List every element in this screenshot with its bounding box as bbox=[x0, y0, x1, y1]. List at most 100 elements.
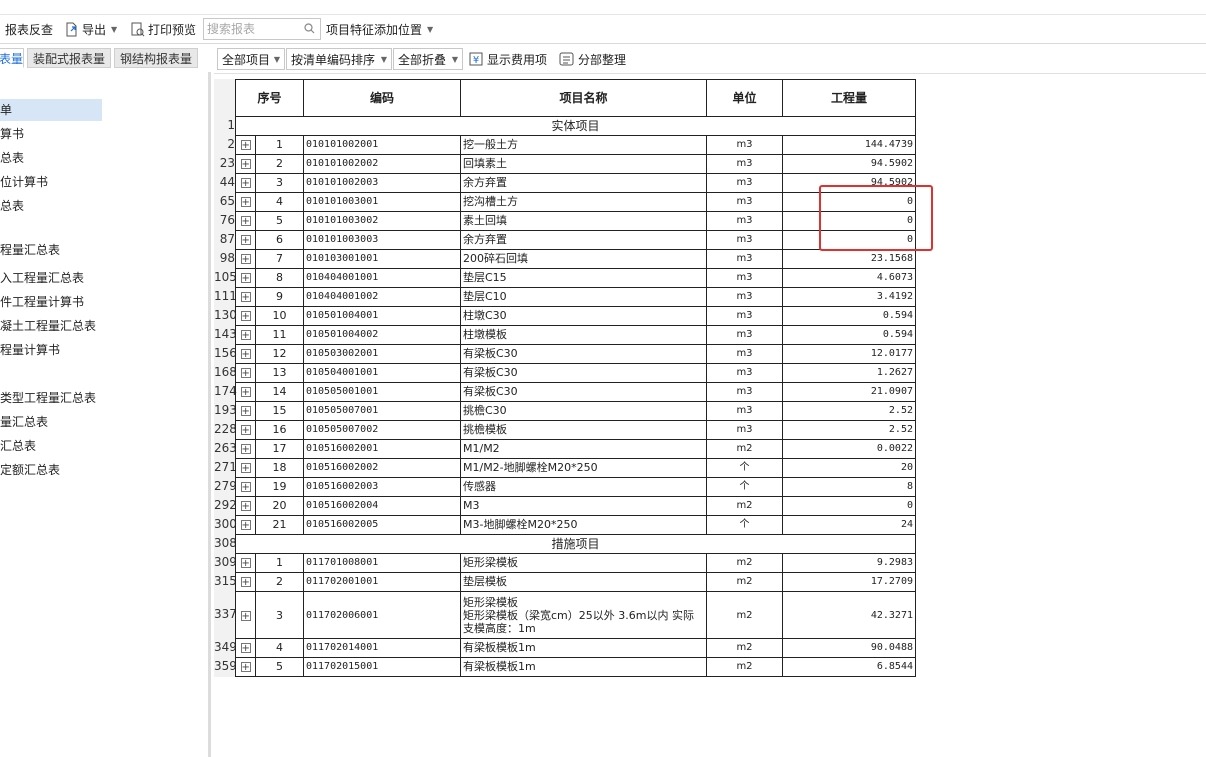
row-number[interactable]: 174 bbox=[214, 382, 237, 401]
cell-name[interactable]: 柱墩C30 bbox=[460, 306, 707, 326]
cell-no[interactable]: 2 bbox=[255, 154, 304, 174]
sidebar-item[interactable]: 凝土工程量汇总表 bbox=[0, 315, 96, 337]
cell-no[interactable]: 5 bbox=[255, 657, 304, 677]
expand-icon[interactable]: + bbox=[240, 368, 251, 379]
cell-qty[interactable]: 20 bbox=[782, 458, 916, 478]
row-number[interactable]: 156 bbox=[214, 344, 237, 363]
row-number[interactable]: 308 bbox=[214, 534, 237, 553]
cell-unit[interactable]: m3 bbox=[706, 325, 783, 345]
cell-name[interactable]: 垫层模板 bbox=[460, 572, 707, 592]
cell-no[interactable]: 11 bbox=[255, 325, 304, 345]
cell-name[interactable]: 200碎石回填 bbox=[460, 249, 707, 269]
cell-no[interactable]: 8 bbox=[255, 268, 304, 288]
expand-icon[interactable]: + bbox=[240, 643, 251, 654]
cell-unit[interactable]: m3 bbox=[706, 249, 783, 269]
cell-unit[interactable]: m2 bbox=[706, 638, 783, 658]
cell-unit[interactable]: m3 bbox=[706, 192, 783, 212]
cell-no[interactable]: 17 bbox=[255, 439, 304, 459]
cell-unit[interactable]: m3 bbox=[706, 344, 783, 364]
cell-code[interactable]: 011701008001 bbox=[303, 553, 461, 573]
row-number[interactable]: 349 bbox=[214, 638, 237, 657]
cell-no[interactable]: 19 bbox=[255, 477, 304, 497]
cell-name[interactable]: 垫层C15 bbox=[460, 268, 707, 288]
cell-unit[interactable]: m2 bbox=[706, 657, 783, 677]
cell-code[interactable]: 011702006001 bbox=[303, 591, 461, 639]
cell-name[interactable]: 有梁板C30 bbox=[460, 382, 707, 402]
sidebar-item[interactable]: 汇总表 bbox=[0, 435, 36, 457]
cell-no[interactable]: 7 bbox=[255, 249, 304, 269]
row-number[interactable]: 193 bbox=[214, 401, 237, 420]
row-number[interactable]: 23 bbox=[214, 154, 235, 173]
expand-icon[interactable]: + bbox=[240, 463, 251, 474]
cell-name[interactable]: M3 bbox=[460, 496, 707, 516]
cell-no[interactable]: 9 bbox=[255, 287, 304, 307]
cell-qty[interactable]: 4.6073 bbox=[782, 268, 916, 288]
cell-name[interactable]: M1/M2-地脚螺栓M20*250 bbox=[460, 458, 707, 478]
sidebar-item[interactable]: 定额汇总表 bbox=[0, 459, 60, 481]
row-number[interactable]: 87 bbox=[214, 230, 235, 249]
expand-icon[interactable]: + bbox=[240, 330, 251, 341]
cell-name[interactable]: 余方弃置 bbox=[460, 173, 707, 193]
expand-icon[interactable]: + bbox=[240, 662, 251, 673]
export-button[interactable]: 导出 ▼ bbox=[64, 15, 117, 43]
row-number[interactable]: 98 bbox=[214, 249, 235, 268]
cell-unit[interactable]: m2 bbox=[706, 591, 783, 639]
row-number[interactable]: 228 bbox=[214, 420, 237, 439]
expand-icon[interactable]: + bbox=[240, 577, 251, 588]
sidebar-item[interactable]: 总表 bbox=[0, 195, 24, 217]
cell-qty[interactable]: 9.2983 bbox=[782, 553, 916, 573]
cell-code[interactable]: 010101002002 bbox=[303, 154, 461, 174]
expand-icon[interactable]: + bbox=[240, 235, 251, 246]
cell-code[interactable]: 011702015001 bbox=[303, 657, 461, 677]
cell-qty[interactable]: 0.594 bbox=[782, 325, 916, 345]
cell-no[interactable]: 10 bbox=[255, 306, 304, 326]
expand-icon[interactable]: + bbox=[240, 558, 251, 569]
cell-code[interactable]: 010503002001 bbox=[303, 344, 461, 364]
cell-name[interactable]: 挖一般土方 bbox=[460, 135, 707, 155]
expand-icon[interactable]: + bbox=[240, 387, 251, 398]
cell-unit[interactable]: m2 bbox=[706, 572, 783, 592]
fold-dropdown[interactable]: 全部折叠 ▼ bbox=[393, 48, 463, 70]
cell-unit[interactable]: m2 bbox=[706, 553, 783, 573]
cell-unit[interactable]: 个 bbox=[706, 458, 783, 478]
cell-qty[interactable]: 12.0177 bbox=[782, 344, 916, 364]
sidebar-item[interactable]: 位计算书 bbox=[0, 171, 48, 193]
cell-qty[interactable]: 23.1568 bbox=[782, 249, 916, 269]
tab-steel-reports[interactable]: 钢结构报表量 bbox=[114, 48, 198, 68]
row-number[interactable]: 271 bbox=[214, 458, 237, 477]
sort-dropdown[interactable]: 按清单编码排序 ▼ bbox=[286, 48, 392, 70]
cell-unit[interactable]: m3 bbox=[706, 287, 783, 307]
show-fee-button[interactable]: ¥ 显示费用项 bbox=[469, 48, 547, 70]
row-number[interactable]: 263 bbox=[214, 439, 237, 458]
cell-no[interactable]: 1 bbox=[255, 135, 304, 155]
cell-code[interactable]: 010505001001 bbox=[303, 382, 461, 402]
row-number[interactable]: 279 bbox=[214, 477, 237, 496]
cell-code[interactable]: 010101002003 bbox=[303, 173, 461, 193]
cell-name[interactable]: 矩形梁模板 矩形梁模板（梁宽cm）25以外 3.6m以内 实际支模高度：1m bbox=[460, 591, 707, 639]
cell-qty[interactable]: 1.2627 bbox=[782, 363, 916, 383]
cell-code[interactable]: 010501004002 bbox=[303, 325, 461, 345]
row-number[interactable]: 315 bbox=[214, 572, 237, 591]
cell-name[interactable]: 有梁板C30 bbox=[460, 363, 707, 383]
cell-code[interactable]: 010501004001 bbox=[303, 306, 461, 326]
expand-icon[interactable]: + bbox=[240, 159, 251, 170]
cell-name[interactable]: 矩形梁模板 bbox=[460, 553, 707, 573]
row-number[interactable]: 105 bbox=[214, 268, 237, 287]
cell-qty[interactable]: 17.2709 bbox=[782, 572, 916, 592]
sidebar-item[interactable]: 入工程量汇总表 bbox=[0, 267, 84, 289]
cell-no[interactable]: 3 bbox=[255, 173, 304, 193]
cell-code[interactable]: 010101003002 bbox=[303, 211, 461, 231]
report-search-box[interactable] bbox=[203, 18, 321, 40]
row-number[interactable]: 1 bbox=[214, 116, 235, 135]
cell-qty[interactable]: 0 bbox=[782, 496, 916, 516]
row-number[interactable]: 300 bbox=[214, 515, 237, 534]
cell-code[interactable]: 011702014001 bbox=[303, 638, 461, 658]
expand-icon[interactable]: + bbox=[240, 610, 251, 621]
cell-qty[interactable]: 2.52 bbox=[782, 420, 916, 440]
cell-name[interactable]: 挑檐模板 bbox=[460, 420, 707, 440]
cell-name[interactable]: 柱墩模板 bbox=[460, 325, 707, 345]
expand-icon[interactable]: + bbox=[240, 482, 251, 493]
cell-no[interactable]: 6 bbox=[255, 230, 304, 250]
row-number[interactable]: 359 bbox=[214, 657, 237, 676]
cell-code[interactable]: 010101003003 bbox=[303, 230, 461, 250]
